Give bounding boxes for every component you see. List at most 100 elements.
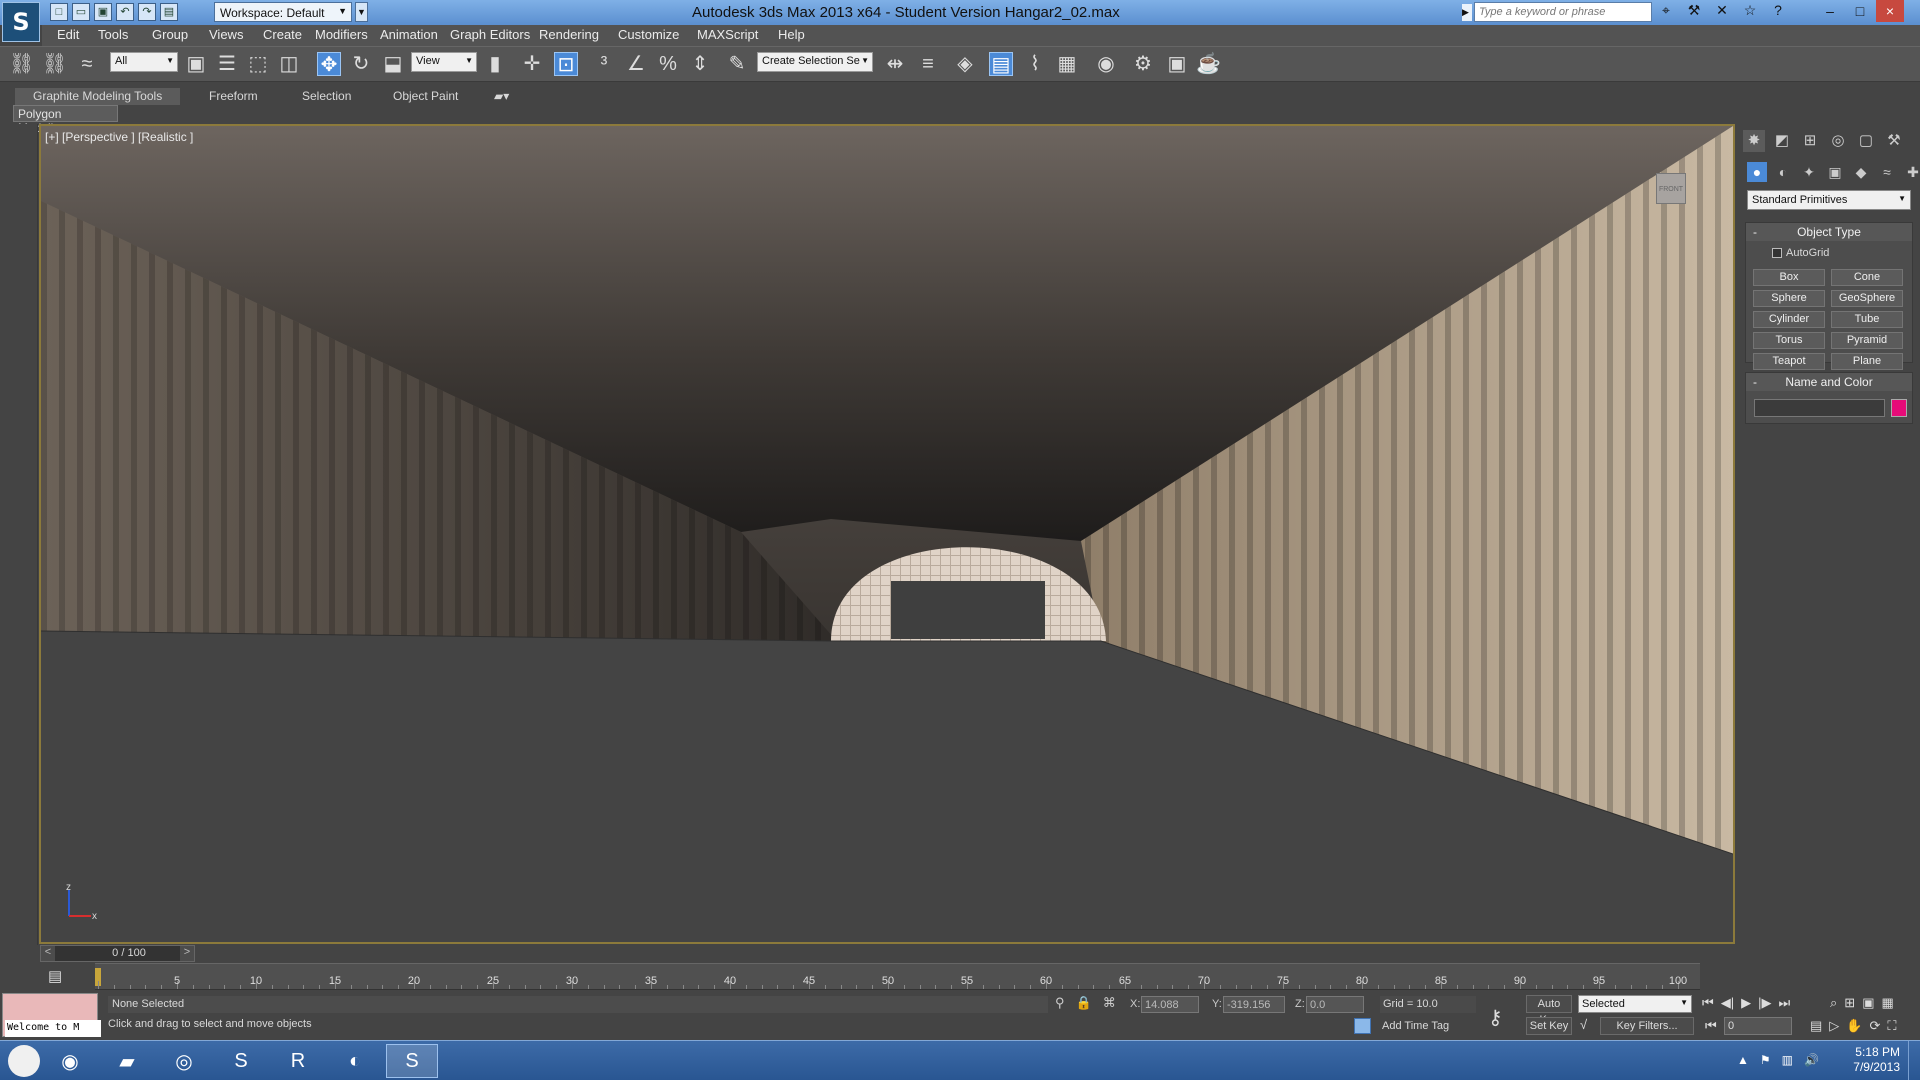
render-setup-icon[interactable]: ⚙ xyxy=(1131,52,1155,76)
mirror-icon[interactable]: ⇹ xyxy=(883,52,907,76)
play-icon[interactable]: ▶ xyxy=(1741,995,1751,1011)
rendered-frame-window-icon[interactable]: ▣ xyxy=(1165,52,1189,76)
viewport-label[interactable]: [+] [Perspective ] [Realistic ] xyxy=(45,130,193,144)
pivot-center-icon[interactable]: ▮ xyxy=(483,52,507,76)
menu-tools[interactable]: Tools xyxy=(98,27,128,42)
time-slider[interactable]: < 0 / 100 > xyxy=(40,945,195,962)
object-color-swatch[interactable] xyxy=(1891,399,1907,417)
minimize-icon[interactable]: – xyxy=(1816,0,1844,22)
snaps-toggle-icon[interactable]: ³ xyxy=(592,52,616,76)
3ds-max-taskbar-icon[interactable]: S xyxy=(386,1044,438,1078)
layer-manager-icon[interactable]: ◈ xyxy=(953,52,977,76)
curve-editor-icon[interactable]: ⌇ xyxy=(1023,52,1047,76)
previous-frame-icon[interactable]: < xyxy=(41,946,55,961)
teapot-button[interactable]: Teapot xyxy=(1753,353,1825,370)
space-warps-icon[interactable]: ≈ xyxy=(1877,162,1897,182)
tray-arrow-icon[interactable]: ▲ xyxy=(1737,1053,1749,1067)
zoom-extents-all-icon[interactable]: ▦ xyxy=(1881,995,1893,1011)
app-logo-icon[interactable]: S xyxy=(2,2,40,42)
motion-tab-icon[interactable]: ◎ xyxy=(1827,130,1849,152)
listener-text[interactable]: Welcome to M xyxy=(5,1020,101,1037)
menu-animation[interactable]: Animation xyxy=(380,27,438,42)
polygon-modeling-panel[interactable]: Polygon Modeling xyxy=(13,105,118,135)
timeline-ruler[interactable]: 5 10 15 20 25 30 35 40 45 50 55 60 65 70 75 80 85 90 95 100 xyxy=(95,963,1700,990)
select-and-move-icon[interactable]: ✥ xyxy=(317,52,341,76)
auto-key-button[interactable]: Auto Key xyxy=(1526,995,1572,1026)
show-desktop-button[interactable] xyxy=(1908,1041,1920,1080)
hierarchy-tab-icon[interactable]: ⊞ xyxy=(1799,130,1821,152)
sphere-button[interactable]: Sphere xyxy=(1753,290,1825,307)
object-category-select[interactable]: Standard Primitives xyxy=(1747,190,1911,210)
search-arrow-icon[interactable]: ▶ xyxy=(1462,4,1472,21)
viewcube[interactable]: FRONT xyxy=(1656,173,1686,204)
menu-views[interactable]: Views xyxy=(209,27,243,42)
project-folder-icon[interactable]: ▤ xyxy=(160,3,178,21)
tab-graphite-modeling-tools[interactable]: Graphite Modeling Tools xyxy=(15,88,181,105)
reference-coordinate-select[interactable]: View xyxy=(411,52,477,72)
tab-freeform[interactable]: Freeform xyxy=(191,88,276,105)
systems-icon[interactable]: ✚ xyxy=(1903,162,1920,182)
skype-icon[interactable]: S xyxy=(215,1044,267,1078)
redo-icon[interactable]: ↷ xyxy=(138,3,156,21)
save-icon[interactable]: ▣ xyxy=(94,3,112,21)
binoculars-icon[interactable]: ⌖ xyxy=(1656,2,1676,22)
perspective-viewport[interactable]: [+] [Perspective ] [Realistic ] FRONT z … xyxy=(39,124,1735,944)
workspace-menu-icon[interactable]: ▼ xyxy=(355,2,368,22)
network-icon[interactable]: ▥ xyxy=(1782,1053,1793,1067)
object-type-header[interactable]: - Object Type xyxy=(1746,223,1912,241)
menu-rendering[interactable]: Rendering xyxy=(539,27,599,42)
tube-button[interactable]: Tube xyxy=(1831,311,1903,328)
cylinder-button[interactable]: Cylinder xyxy=(1753,311,1825,328)
select-and-rotate-icon[interactable]: ↻ xyxy=(349,52,373,76)
close-icon[interactable]: × xyxy=(1876,0,1904,22)
plane-button[interactable]: Plane xyxy=(1831,353,1903,370)
add-time-tag[interactable]: Add Time Tag xyxy=(1382,1020,1449,1032)
utilities-tab-icon[interactable]: ⚒ xyxy=(1883,130,1905,152)
ribbon-options-icon[interactable]: ▰▾ xyxy=(488,88,515,105)
autogrid-checkbox[interactable]: AutoGrid xyxy=(1772,247,1829,259)
link-icon[interactable]: ⛓ xyxy=(9,52,34,76)
menu-customize[interactable]: Customize xyxy=(618,27,679,42)
spinner-snap-icon[interactable]: ⇕ xyxy=(688,52,712,76)
menu-create[interactable]: Create xyxy=(263,27,302,42)
named-selection-set-select[interactable]: Create Selection Se xyxy=(757,52,873,72)
isolate-selection-icon[interactable]: ⚲ xyxy=(1055,995,1065,1011)
absolute-mode-icon[interactable]: ⌘ xyxy=(1103,995,1116,1011)
default-tangent-icon[interactable]: √ xyxy=(1580,1017,1587,1032)
tab-selection[interactable]: Selection xyxy=(284,88,369,105)
chrome-icon[interactable]: ◉ xyxy=(44,1044,96,1078)
undo-icon[interactable]: ↶ xyxy=(116,3,134,21)
action-center-icon[interactable]: ⚑ xyxy=(1760,1053,1771,1067)
cameras-icon[interactable]: ▣ xyxy=(1825,162,1845,182)
next-key-icon[interactable]: |▶ xyxy=(1758,995,1771,1011)
menu-maxscript[interactable]: MAXScript xyxy=(697,27,758,42)
spotify-icon[interactable]: ◎ xyxy=(158,1044,210,1078)
favorite-star-icon[interactable]: ☆ xyxy=(1740,2,1760,22)
orbit-icon[interactable]: ⟳ xyxy=(1869,1018,1880,1034)
z-coordinate-field[interactable]: 0.0 xyxy=(1306,996,1364,1013)
maxscript-listener[interactable]: Welcome to M xyxy=(2,993,101,1037)
object-name-input[interactable] xyxy=(1754,399,1885,417)
shapes-icon[interactable]: ◐ xyxy=(1773,162,1793,182)
volume-icon[interactable]: 🔊 xyxy=(1804,1053,1819,1067)
rectangular-selection-icon[interactable]: ⬚ xyxy=(246,52,270,76)
align-icon[interactable]: ≡ xyxy=(916,52,940,76)
file-explorer-icon[interactable]: ▰ xyxy=(101,1044,153,1078)
name-and-color-header[interactable]: - Name and Color xyxy=(1746,373,1912,391)
zoom-all-icon[interactable]: ⊞ xyxy=(1844,995,1855,1011)
angle-snap-icon[interactable]: ∠ xyxy=(624,52,648,76)
key-filters-button[interactable]: Key Filters... xyxy=(1600,1017,1694,1035)
select-and-scale-icon[interactable]: ⬓ xyxy=(381,52,405,76)
set-key-button[interactable]: Set Key xyxy=(1526,1017,1572,1035)
menu-graph-editors[interactable]: Graph Editors xyxy=(450,27,530,42)
search-input[interactable]: Type a keyword or phrase xyxy=(1474,2,1652,22)
menu-edit[interactable]: Edit xyxy=(57,27,79,42)
add-time-tag-icon[interactable] xyxy=(1354,1018,1371,1034)
previous-key-icon[interactable]: ◀| xyxy=(1721,995,1734,1011)
lights-icon[interactable]: ✦ xyxy=(1799,162,1819,182)
create-tab-icon[interactable]: ✸ xyxy=(1743,130,1765,152)
bind-space-warp-icon[interactable]: ≈ xyxy=(75,52,99,76)
percent-snap-icon[interactable]: % xyxy=(656,52,680,76)
material-editor-icon[interactable]: ◉ xyxy=(1094,52,1118,76)
menu-group[interactable]: Group xyxy=(152,27,188,42)
